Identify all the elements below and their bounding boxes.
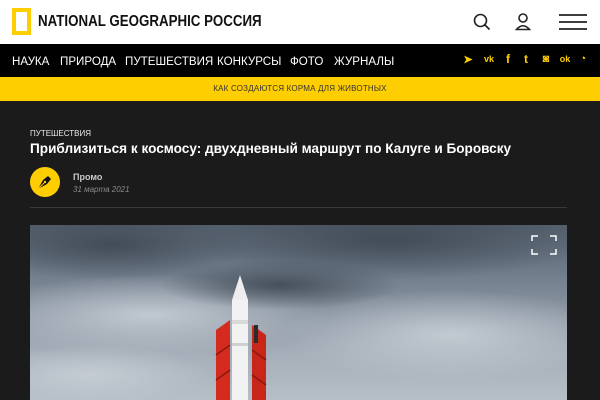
hero-image xyxy=(30,225,567,400)
fullscreen-icon xyxy=(531,235,557,255)
user-icon xyxy=(515,13,531,31)
author-name[interactable]: Промо xyxy=(73,172,102,182)
author-avatar[interactable] xyxy=(30,167,60,197)
facebook-icon[interactable]: f xyxy=(500,50,516,68)
promo-banner: КАК СОЗДАЮТСЯ КОРМА ДЛЯ ЖИВОТНЫХ xyxy=(0,77,600,101)
menu-icon xyxy=(559,14,587,30)
search-button[interactable] xyxy=(462,0,502,44)
twitter-icon[interactable]: t xyxy=(518,50,534,68)
nav-item-science[interactable]: НАУКА xyxy=(12,54,49,68)
article-category[interactable]: ПУТЕШЕСТВИЯ xyxy=(30,129,91,138)
nav-item-contests[interactable]: КОНКУРСЫ xyxy=(217,54,281,68)
instagram-icon[interactable]: ◙ xyxy=(538,50,554,68)
article-title: Приблизиться к космосу: двухдневный марш… xyxy=(30,141,512,156)
search-icon xyxy=(473,13,491,31)
header-divider xyxy=(30,207,567,208)
nav-item-photo[interactable]: ФОТО xyxy=(290,54,323,68)
vk-icon[interactable]: vk xyxy=(481,50,497,68)
telegram-icon[interactable]: ➤ xyxy=(460,50,476,68)
pen-nib-icon xyxy=(37,176,51,190)
brand-name: NATIONAL GEOGRAPHIC РОССИЯ xyxy=(38,13,262,30)
account-button[interactable] xyxy=(503,0,543,44)
odnoklassniki-icon[interactable]: ok xyxy=(557,50,573,68)
logo-link[interactable]: NATIONAL GEOGRAPHIC РОССИЯ xyxy=(0,0,262,44)
nav-item-travel[interactable]: ПУТЕШЕСТВИЯ xyxy=(125,54,213,68)
nav-item-nature[interactable]: ПРИРОДА xyxy=(60,54,116,68)
fullscreen-button[interactable] xyxy=(531,235,557,255)
rss-icon[interactable]: ◔ xyxy=(575,50,591,68)
publish-date: 31 марта 2021 xyxy=(73,185,130,194)
promo-link[interactable]: КАК СОЗДАЮТСЯ КОРМА ДЛЯ ЖИВОТНЫХ xyxy=(213,84,386,93)
nav-item-magazines[interactable]: ЖУРНАЛЫ xyxy=(334,54,394,68)
site-header: NATIONAL GEOGRAPHIC РОССИЯ xyxy=(0,0,600,44)
menu-button[interactable] xyxy=(553,0,593,44)
rocket-monument-photo xyxy=(30,225,567,400)
nat-geo-frame-icon xyxy=(12,8,31,35)
